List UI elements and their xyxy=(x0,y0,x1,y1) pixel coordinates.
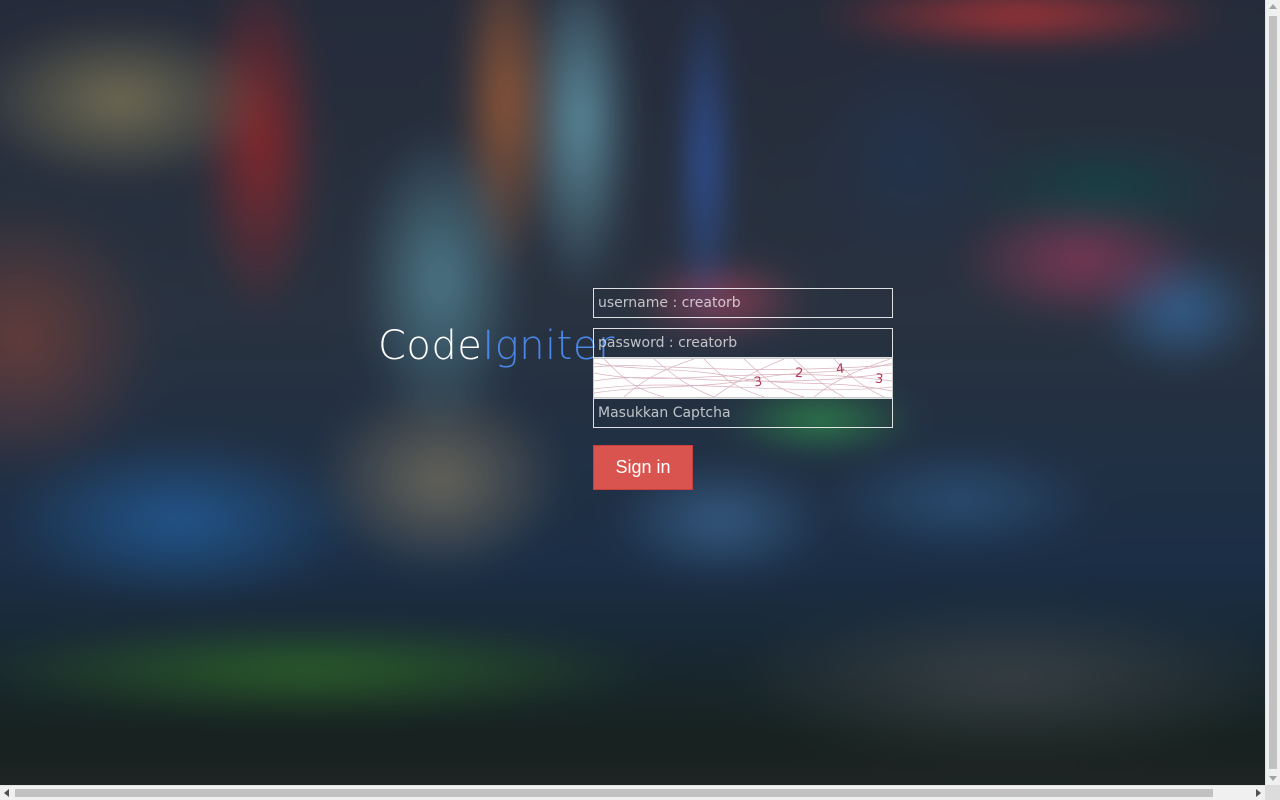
page-viewport: CodeIgniter username: creatorb 3 2 4 3 … xyxy=(0,0,1265,785)
captcha-input[interactable] xyxy=(593,398,893,428)
captcha-char: 4 xyxy=(835,362,845,378)
horizontal-scrollbar[interactable] xyxy=(0,785,1265,800)
login-panel: CodeIgniter username: creatorb 3 2 4 3 … xyxy=(0,0,1265,785)
scroll-down-icon[interactable] xyxy=(1269,776,1277,781)
captcha-image: 3 2 4 3 xyxy=(593,358,893,398)
password-input[interactable] xyxy=(593,328,893,358)
scroll-left-icon[interactable] xyxy=(4,789,9,797)
username-input[interactable] xyxy=(593,288,893,318)
captcha-char: 2 xyxy=(794,366,803,382)
horizontal-scroll-thumb[interactable] xyxy=(15,789,1213,797)
vertical-scrollbar[interactable] xyxy=(1265,0,1280,785)
vertical-scroll-thumb[interactable] xyxy=(1269,16,1277,769)
captcha-char: 3 xyxy=(753,374,763,390)
scrollbar-corner xyxy=(1265,785,1280,800)
codeigniter-logo: CodeIgniter xyxy=(378,322,615,370)
captcha-char: 3 xyxy=(874,372,884,388)
logo-text-code: Code xyxy=(378,323,483,369)
scroll-right-icon[interactable] xyxy=(1256,789,1261,797)
sign-in-button[interactable]: Sign in xyxy=(593,445,693,490)
scroll-up-icon[interactable] xyxy=(1269,4,1277,9)
